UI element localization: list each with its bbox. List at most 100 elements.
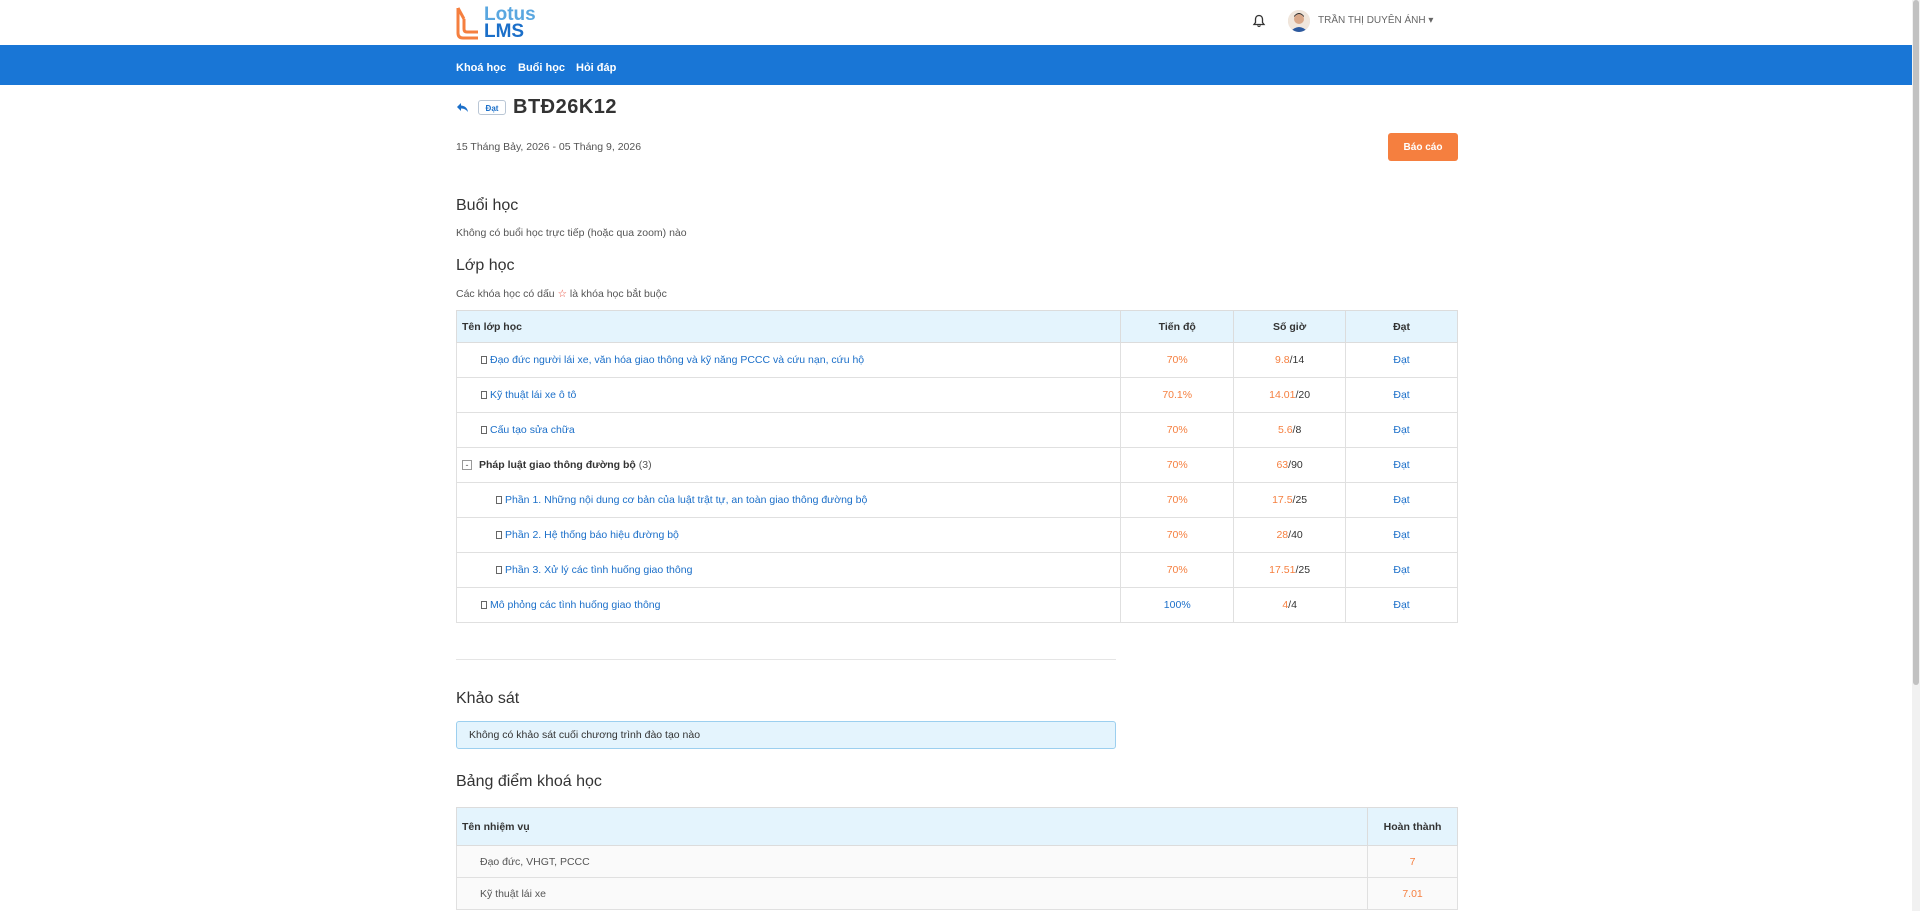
scrollbar-thumb[interactable]: [1913, 0, 1919, 685]
table-row: Phần 3. Xử lý các tình huống giao thông …: [455, 552, 1458, 588]
column-header-hours: Số giờ: [1233, 310, 1347, 343]
nav-item-courses[interactable]: Khoá học: [456, 62, 506, 74]
hours-total: /25: [1292, 494, 1308, 506]
column-header-progress: Tiến độ: [1120, 310, 1235, 343]
table-header-row: Tên nhiệm vụ Hoàn thành: [455, 807, 1458, 846]
report-button[interactable]: Báo cáo: [1388, 133, 1458, 161]
table-header-row: Tên lớp học Tiến độ Số giờ Đạt: [455, 310, 1458, 343]
table-row: Kỹ thuật lái xe ô tô 70.1% 14.01/20 Đạt: [455, 377, 1458, 413]
status-badge: Đạt: [478, 100, 506, 115]
section-divider: [456, 659, 1116, 660]
document-icon: [496, 496, 502, 504]
scores-heading: Bảng điểm khoá học: [456, 773, 602, 790]
table-row-group: - Pháp luật giao thông đường bộ (3) 70% 6…: [455, 447, 1458, 483]
class-link[interactable]: Phần 3. Xử lý các tình huống giao thông: [505, 564, 692, 576]
hours-done: 17.5: [1272, 494, 1293, 506]
table-row: Phần 1. Những nội dung cơ bản của luật t…: [455, 482, 1458, 518]
progress-cell: 70%: [1120, 482, 1235, 518]
passed-cell: Đạt: [1345, 377, 1458, 413]
document-icon: [481, 391, 487, 399]
hours-done: 17.51: [1269, 564, 1296, 576]
class-link[interactable]: Cấu tạo sửa chữa: [490, 424, 575, 436]
classes-table: Tên lớp học Tiến độ Số giờ Đạt Đạo đức n…: [455, 310, 1458, 623]
passed-cell: Đạt: [1345, 517, 1458, 553]
nav-item-qa[interactable]: Hỏi đáp: [576, 62, 616, 74]
column-header-passed: Đạt: [1345, 310, 1458, 343]
main-nav: Khoá học Buổi học Hỏi đáp: [0, 45, 1912, 85]
user-name: TRẦN THỊ DUYÊN ÁNH: [1318, 15, 1426, 26]
class-link[interactable]: Mô phỏng các tình huống giao thông: [490, 599, 660, 611]
classes-heading: Lớp học: [456, 257, 515, 274]
passed-cell: Đạt: [1345, 447, 1458, 483]
hours-cell: 5.6/8: [1233, 412, 1347, 448]
progress-cell: 70%: [1120, 342, 1235, 378]
task-name: Đạo đức, VHGT, PCCC: [455, 845, 1369, 878]
passed-cell: Đạt: [1345, 482, 1458, 518]
group-name: Pháp luật giao thông đường bộ: [479, 459, 636, 471]
lotus-lms-logo[interactable]: Lotus LMS: [455, 3, 565, 43]
page-title: BTĐ26K12: [513, 96, 618, 118]
table-row: Đạo đức, VHGT, PCCC 7: [455, 845, 1458, 878]
hours-done: 5.6: [1277, 424, 1293, 436]
document-icon: [496, 566, 502, 574]
document-icon: [481, 426, 487, 434]
table-row: Phần 2. Hệ thống báo hiệu đường bộ 70% 2…: [455, 517, 1458, 553]
nav-item-sessions[interactable]: Buổi học: [518, 62, 565, 74]
hours-cell: 63/90: [1233, 447, 1347, 483]
progress-cell: 70%: [1120, 412, 1235, 448]
classes-note-before: Các khóa học có dấu: [456, 288, 555, 300]
column-header-task-name: Tên nhiệm vụ: [455, 807, 1369, 846]
logo-mark-icon: [456, 7, 478, 40]
class-link[interactable]: Kỹ thuật lái xe ô tô: [490, 389, 576, 401]
user-photo-icon: [1288, 10, 1310, 32]
document-icon: [481, 601, 487, 609]
document-icon: [481, 356, 487, 364]
hours-done: 9.8: [1275, 354, 1290, 366]
progress-cell: 70%: [1120, 447, 1235, 483]
hours-total: /8: [1292, 424, 1302, 436]
class-link[interactable]: Phần 1. Những nội dung cơ bản của luật t…: [505, 494, 867, 506]
task-score: 7.01: [1367, 877, 1458, 910]
hours-total: /90: [1288, 459, 1303, 471]
course-date-range: 15 Tháng Bảy, 2026 - 05 Tháng 9, 2026: [456, 141, 642, 153]
hours-cell: 28/40: [1233, 517, 1347, 553]
hours-cell: 17.5/25: [1233, 482, 1347, 518]
survey-empty-alert: Không có khảo sát cuối chương trình đào …: [456, 721, 1116, 749]
logo-text-lms: LMS: [484, 21, 525, 42]
sessions-heading: Buổi học: [456, 197, 519, 214]
scores-table: Tên nhiệm vụ Hoàn thành Đạo đức, VHGT, P…: [455, 807, 1458, 910]
progress-cell: 70%: [1120, 517, 1235, 553]
back-arrow-icon[interactable]: [456, 102, 469, 113]
sessions-empty-text: Không có buổi học trực tiếp (hoặc qua zo…: [456, 227, 687, 239]
user-menu[interactable]: TRẦN THỊ DUYÊN ÁNH ▾: [1318, 15, 1433, 26]
progress-cell: 70.1%: [1120, 377, 1235, 413]
passed-cell: Đạt: [1345, 552, 1458, 588]
table-row: Đạo đức người lái xe, văn hóa giao thông…: [455, 342, 1458, 378]
hours-total: /14: [1289, 354, 1305, 366]
task-name: Kỹ thuật lái xe: [455, 877, 1369, 910]
classes-note: Các khóa học có dấu ☆ là khóa học bắt bu…: [456, 288, 667, 300]
hours-total: /20: [1295, 389, 1311, 401]
hours-done: 28: [1276, 529, 1289, 541]
survey-heading: Khảo sát: [456, 690, 520, 707]
avatar[interactable]: [1288, 10, 1310, 32]
bell-icon[interactable]: [1252, 14, 1266, 28]
hours-cell: 17.51/25: [1233, 552, 1347, 588]
hours-done: 63: [1276, 459, 1289, 471]
progress-cell: 100%: [1120, 587, 1235, 623]
hours-cell: 14.01/20: [1233, 377, 1347, 413]
classes-note-after: là khóa học bắt buộc: [569, 288, 667, 300]
class-link[interactable]: Đạo đức người lái xe, văn hóa giao thông…: [490, 354, 864, 366]
hours-done: 14.01: [1269, 389, 1296, 401]
progress-cell: 70%: [1120, 552, 1235, 588]
passed-cell: Đạt: [1345, 587, 1458, 623]
hours-total: /40: [1288, 529, 1303, 541]
document-icon: [496, 531, 502, 539]
page-scrollbar[interactable]: [1912, 0, 1920, 911]
passed-cell: Đạt: [1345, 342, 1458, 378]
hours-total: /4: [1288, 599, 1297, 611]
group-count: (3): [638, 459, 652, 471]
class-link[interactable]: Phần 2. Hệ thống báo hiệu đường bộ: [505, 529, 679, 541]
table-row: Mô phỏng các tình huống giao thông 100% …: [455, 587, 1458, 623]
collapse-toggle-icon[interactable]: -: [462, 460, 472, 470]
